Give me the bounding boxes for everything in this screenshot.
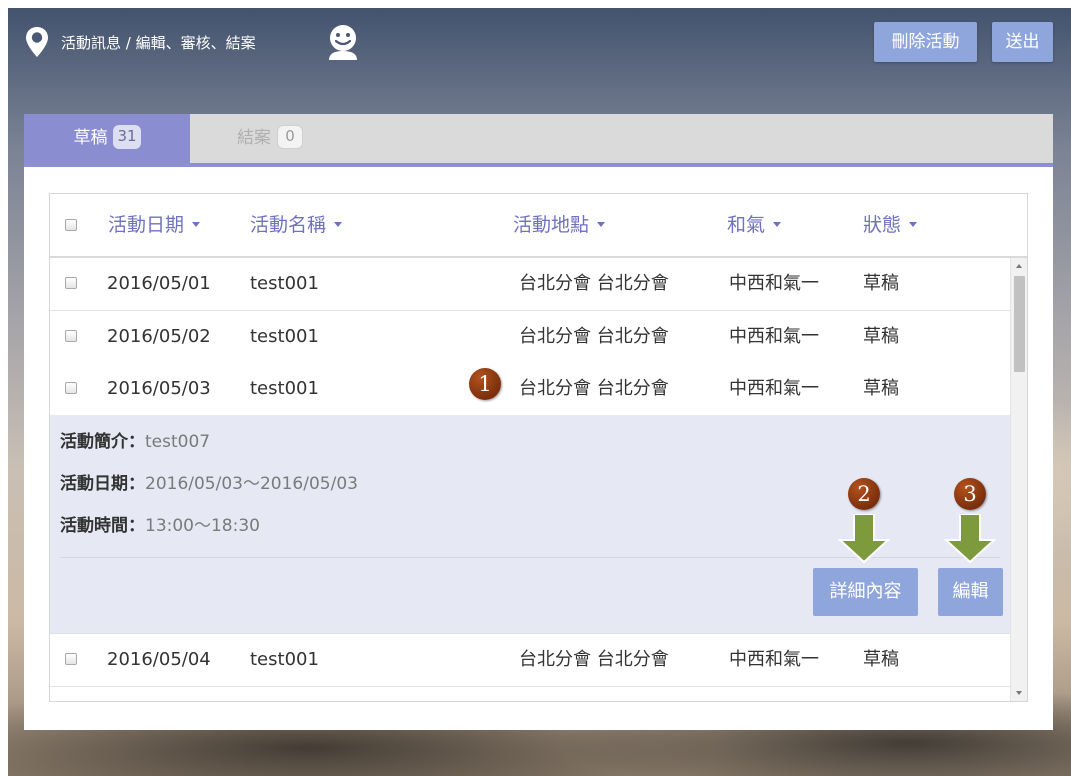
vertical-scrollbar[interactable]: [1010, 258, 1027, 701]
row-checkbox[interactable]: [65, 382, 77, 394]
cell-status: 草稿: [863, 326, 899, 347]
column-header-place[interactable]: 活動地點: [513, 194, 606, 256]
cell-date: 2016/05/04: [107, 649, 211, 670]
cell-date: 2016/05/01: [107, 273, 211, 294]
detail-intro: 活動簡介：test007: [60, 427, 210, 452]
annotation-marker-1: 1: [469, 368, 501, 400]
cell-hq: 中西和氣一: [729, 326, 819, 347]
cell-place: 台北分會 台北分會: [519, 649, 669, 670]
table-row-partial: [50, 687, 1010, 701]
detail-date-label: 活動日期：: [60, 474, 145, 494]
table-row[interactable]: 2016/05/01 test001 台北分會 台北分會 中西和氣一 草稿: [50, 258, 1010, 311]
sort-caret-icon: [597, 222, 606, 227]
cell-hq: 中西和氣一: [729, 273, 819, 294]
cell-name: test001: [250, 378, 319, 399]
cell-name: test001: [250, 326, 319, 347]
cell-place: 台北分會 台北分會: [519, 273, 669, 294]
view-details-button[interactable]: 詳細內容: [813, 568, 918, 616]
map-pin-icon: [26, 27, 48, 57]
column-header-hq-label: 和氣: [727, 214, 766, 236]
cell-name: test001: [250, 273, 319, 294]
cell-status: 草稿: [863, 273, 899, 294]
activity-table: 活動日期 活動名稱 活動地點 和氣 狀態 2016/05/01 test001 …: [49, 193, 1028, 702]
column-header-hq[interactable]: 和氣: [727, 194, 782, 256]
column-header-status-label: 狀態: [863, 214, 902, 236]
cell-hq: 中西和氣一: [729, 649, 819, 670]
tab-draft-label: 草稿: [73, 128, 108, 148]
draft-count-badge: 31: [113, 125, 141, 149]
detail-date: 活動日期：2016/05/03～2016/05/03: [60, 469, 358, 494]
column-header-date-label: 活動日期: [108, 214, 185, 236]
row-checkbox[interactable]: [65, 330, 77, 342]
cell-status: 草稿: [863, 649, 899, 670]
edit-button[interactable]: 編輯: [938, 568, 1003, 616]
select-all-checkbox[interactable]: [65, 219, 77, 231]
row-checkbox[interactable]: [65, 653, 77, 665]
cell-place: 台北分會 台北分會: [519, 326, 669, 347]
detail-time-label: 活動時間：: [60, 516, 145, 536]
sort-caret-icon: [192, 222, 201, 227]
cell-status: 草稿: [863, 378, 899, 399]
table-row[interactable]: 2016/05/03 test001 台北分會 台北分會 中西和氣一 草稿: [50, 363, 1010, 416]
submit-button[interactable]: 送出: [992, 22, 1053, 62]
tab-draft[interactable]: 草稿 31: [24, 114, 190, 163]
cell-date: 2016/05/02: [107, 326, 211, 347]
scroll-down-arrow-icon[interactable]: [1016, 691, 1022, 695]
sort-caret-icon: [773, 222, 782, 227]
content-panel: 活動日期 活動名稱 活動地點 和氣 狀態 2016/05/01 test001 …: [24, 167, 1053, 730]
annotation-marker-2: 2: [848, 478, 880, 510]
sort-caret-icon: [334, 222, 343, 227]
table-header: 活動日期 活動名稱 活動地點 和氣 狀態: [50, 194, 1027, 258]
table-row[interactable]: 2016/05/04 test001 台北分會 台北分會 中西和氣一 草稿: [50, 634, 1010, 687]
scrollbar-thumb[interactable]: [1014, 276, 1025, 372]
cell-hq: 中西和氣一: [729, 378, 819, 399]
detail-intro-value: test007: [145, 432, 211, 452]
cell-date: 2016/05/03: [107, 378, 211, 399]
detail-date-value: 2016/05/03～2016/05/03: [145, 474, 358, 494]
delete-activity-button[interactable]: 刪除活動: [874, 22, 977, 62]
table-row[interactable]: 2016/05/02 test001 台北分會 台北分會 中西和氣一 草稿: [50, 311, 1010, 364]
tab-closed-label: 結案: [237, 128, 271, 148]
column-header-name[interactable]: 活動名稱: [250, 194, 343, 256]
column-header-name-label: 活動名稱: [250, 214, 327, 236]
tab-bar: 草稿 31 結案 0: [24, 114, 1053, 167]
column-header-date[interactable]: 活動日期: [108, 194, 201, 256]
top-bar: 活動訊息 / 編輯、審核、結案 刪除活動 送出: [8, 8, 1071, 78]
breadcrumb: 活動訊息 / 編輯、審核、結案: [61, 34, 256, 52]
annotation-marker-3: 3: [954, 478, 986, 510]
sort-caret-icon: [909, 222, 918, 227]
tab-closed[interactable]: 結案 0: [190, 114, 350, 163]
detail-time-value: 13:00～18:30: [145, 516, 260, 536]
row-checkbox[interactable]: [65, 277, 77, 289]
cell-name: test001: [250, 649, 319, 670]
column-header-place-label: 活動地點: [513, 214, 590, 236]
closed-count-badge: 0: [277, 125, 303, 149]
column-header-status[interactable]: 狀態: [863, 194, 918, 256]
detail-intro-label: 活動簡介：: [60, 432, 145, 452]
cell-place: 台北分會 台北分會: [519, 378, 669, 399]
down-arrow-icon: [944, 514, 996, 564]
scroll-up-arrow-icon[interactable]: [1016, 264, 1022, 268]
smiley-user-icon[interactable]: [326, 24, 360, 60]
down-arrow-icon: [838, 514, 890, 564]
detail-time: 活動時間：13:00～18:30: [60, 511, 260, 536]
